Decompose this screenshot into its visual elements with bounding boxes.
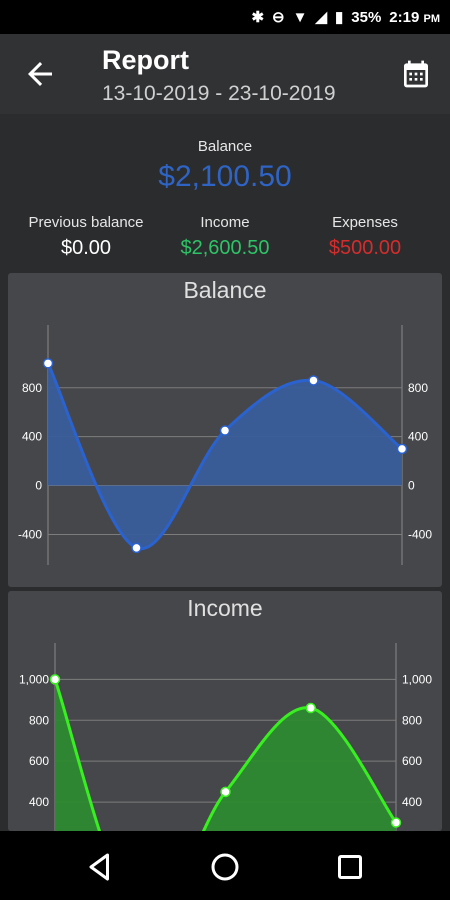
balance-label: Balance (197, 138, 253, 155)
previous-balance-stat: Previous balance $0.00 (11, 214, 161, 260)
data-point (390, 817, 402, 828)
back-button[interactable] (22, 56, 58, 92)
nav-back-button[interactable] (82, 849, 118, 885)
y-tick-label-right: 800 (402, 713, 422, 727)
balance-chart-title: Balance (183, 277, 267, 303)
y-tick-label-right: -400 (408, 527, 432, 541)
clock-time: 2:19 (389, 8, 420, 26)
data-point (131, 542, 142, 554)
y-tick-label-right: 800 (408, 381, 428, 395)
y-tick-label-left: 400 (29, 795, 49, 809)
balance-value: $2,100.50 (158, 160, 292, 193)
y-tick-label-right: 400 (402, 795, 422, 809)
nav-recents-button[interactable] (332, 849, 368, 885)
page-title: Report (102, 45, 189, 75)
data-point (219, 425, 231, 436)
date-range: 13-10-2019 - 23-10-2019 (102, 82, 336, 105)
clock-ampm: PM (423, 12, 441, 25)
data-point (396, 443, 408, 455)
data-point (49, 674, 61, 685)
arrow-back-icon (28, 62, 52, 86)
data-point (308, 375, 319, 386)
status-icons: ✱ ⊖ ▼ ◢ ▮ 35% 2:19 PM (251, 0, 440, 34)
data-point (305, 702, 316, 714)
do-not-disturb-icon: ⊖ (272, 9, 285, 26)
income-chart-title: Income (187, 595, 263, 621)
y-tick-label-left: 400 (22, 430, 42, 444)
data-point (220, 786, 231, 798)
battery-icon: ▮ (335, 9, 344, 26)
y-tick-label-left: 800 (29, 713, 49, 727)
data-point (42, 358, 54, 369)
income-stat: Income $2,600.50 (150, 214, 300, 260)
expenses-stat: Expenses $500.00 (290, 214, 440, 260)
bluetooth-icon: ✱ (251, 9, 265, 26)
y-tick-label-left: -400 (18, 527, 42, 541)
calendar-icon (404, 60, 428, 88)
expenses-value: $500.00 (328, 237, 402, 259)
status-bar: ✱ ⊖ ▼ ◢ ▮ 35% 2:19 PM (0, 0, 450, 34)
y-tick-label-right: 0 (408, 479, 415, 493)
y-tick-label-left: 600 (29, 754, 49, 768)
income-label: Income (200, 214, 250, 231)
app-bar: Report 13-10-2019 - 23-10-2019 (0, 34, 450, 114)
balance-summary: Balance $2,100.50 Previous balance $0.00… (0, 118, 450, 273)
wifi-icon: ▼ (292, 8, 308, 26)
nav-home-button[interactable] (207, 849, 243, 885)
navigation-bar (0, 831, 450, 900)
y-tick-label-left: 1,000 (19, 672, 49, 686)
income-value: $2,600.50 (180, 237, 270, 259)
income-chart-card: 2002004004006006008008001,0001,000 Incom… (8, 591, 442, 831)
previous-balance-value: $0.00 (60, 237, 112, 259)
signal-icon: ◢ (315, 9, 327, 26)
y-tick-label-right: 600 (402, 754, 422, 768)
y-tick-label-left: 800 (22, 381, 42, 395)
y-tick-label-left: 0 (35, 479, 42, 493)
y-tick-label-right: 400 (408, 430, 428, 444)
previous-balance-label: Previous balance (28, 214, 144, 231)
balance-chart-card: -400 -400 0 0 400 400 800 800 Balance (8, 273, 442, 587)
calendar-button[interactable] (400, 58, 432, 90)
balance-chart: -400 -400 0 0 400 400 800 800 (18, 325, 432, 565)
y-tick-label-right: 1,000 (402, 672, 432, 686)
expenses-label: Expenses (332, 214, 398, 231)
series-area (48, 363, 402, 549)
income-chart: 2002004004006006008008001,0001,000 (19, 643, 432, 831)
clock: 2:19 PM (389, 9, 440, 26)
series-area (55, 679, 396, 831)
battery-percent: 35% (351, 8, 382, 26)
